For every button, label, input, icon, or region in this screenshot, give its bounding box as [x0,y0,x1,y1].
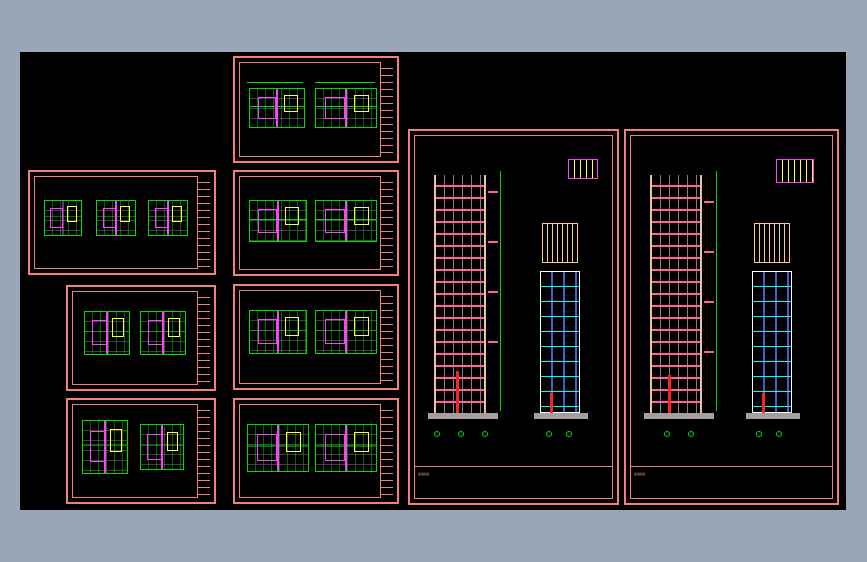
floor-plan [315,88,377,128]
sheet-floor-plan-5[interactable] [66,398,216,504]
level-axis [500,171,501,411]
building-elevation [434,175,486,413]
level-tick [704,301,714,303]
elevation-accent [456,371,459,413]
floor-plan [148,200,188,236]
floor-plan [315,424,377,472]
grid-bubble [688,431,694,437]
ground-line [644,413,714,419]
floor-plan [247,424,309,472]
sheet-floor-plan-2[interactable] [233,170,399,276]
level-tick [704,201,714,203]
sheet-elevation-section-1[interactable]: ▤▤▤ [408,129,619,505]
title-block [380,290,393,384]
title-block [197,176,210,269]
sheet-floor-plan-1[interactable] [233,56,399,163]
ground-line [428,413,498,419]
sheet-elevation-section-2[interactable]: ▤▤▤ [624,129,839,505]
section-accent [550,393,553,413]
section-roof [542,223,578,263]
floor-plan [315,200,377,242]
building-section [540,271,580,413]
grid-bubble [756,431,762,437]
grid-bubble [566,431,572,437]
floor-plan [84,311,130,355]
dimension-line [315,82,375,83]
title-block [197,404,210,498]
floor-plan [140,311,186,355]
title-block [380,62,393,157]
ground-line [746,413,800,419]
dimension-line [247,82,303,83]
floor-plan [315,310,377,354]
title-block: ▤▤▤ [414,466,613,499]
section-accent [762,393,765,413]
sheet-floor-plan-4[interactable] [233,284,399,390]
grid-bubble [546,431,552,437]
level-axis [716,171,717,411]
floor-plan [249,310,307,354]
level-tick [704,251,714,253]
title-block [197,291,210,385]
sheet-floor-plans-3up[interactable] [28,170,216,275]
sheet-floor-plan-3[interactable] [66,285,216,391]
title-block-grid: ▤▤▤ [418,471,430,476]
floor-plan [140,424,184,470]
floor-plan [249,88,305,128]
cad-drawing-canvas[interactable]: ▤▤▤ ▤▤▤ [20,52,846,510]
grid-bubble [482,431,488,437]
building-elevation [650,175,702,413]
level-tick [488,291,498,293]
title-block-grid: ▤▤▤ [634,471,646,476]
title-block [380,176,393,270]
grid-bubble [434,431,440,437]
title-block: ▤▤▤ [630,466,833,499]
building-section [752,271,792,413]
ground-line [534,413,588,419]
level-tick [704,351,714,353]
level-tick [488,341,498,343]
floor-plan [44,200,82,236]
elevation-accent [668,375,671,413]
level-tick [488,241,498,243]
roof-detail [568,159,598,179]
floor-plan [82,420,128,474]
floor-plan [96,200,136,236]
floor-plan [249,200,307,242]
grid-bubble [458,431,464,437]
roof-detail [776,159,814,183]
grid-bubble [664,431,670,437]
level-tick [488,191,498,193]
title-block [380,404,393,498]
section-roof [754,223,790,263]
grid-bubble [776,431,782,437]
sheet-floor-plan-6[interactable] [233,398,399,504]
